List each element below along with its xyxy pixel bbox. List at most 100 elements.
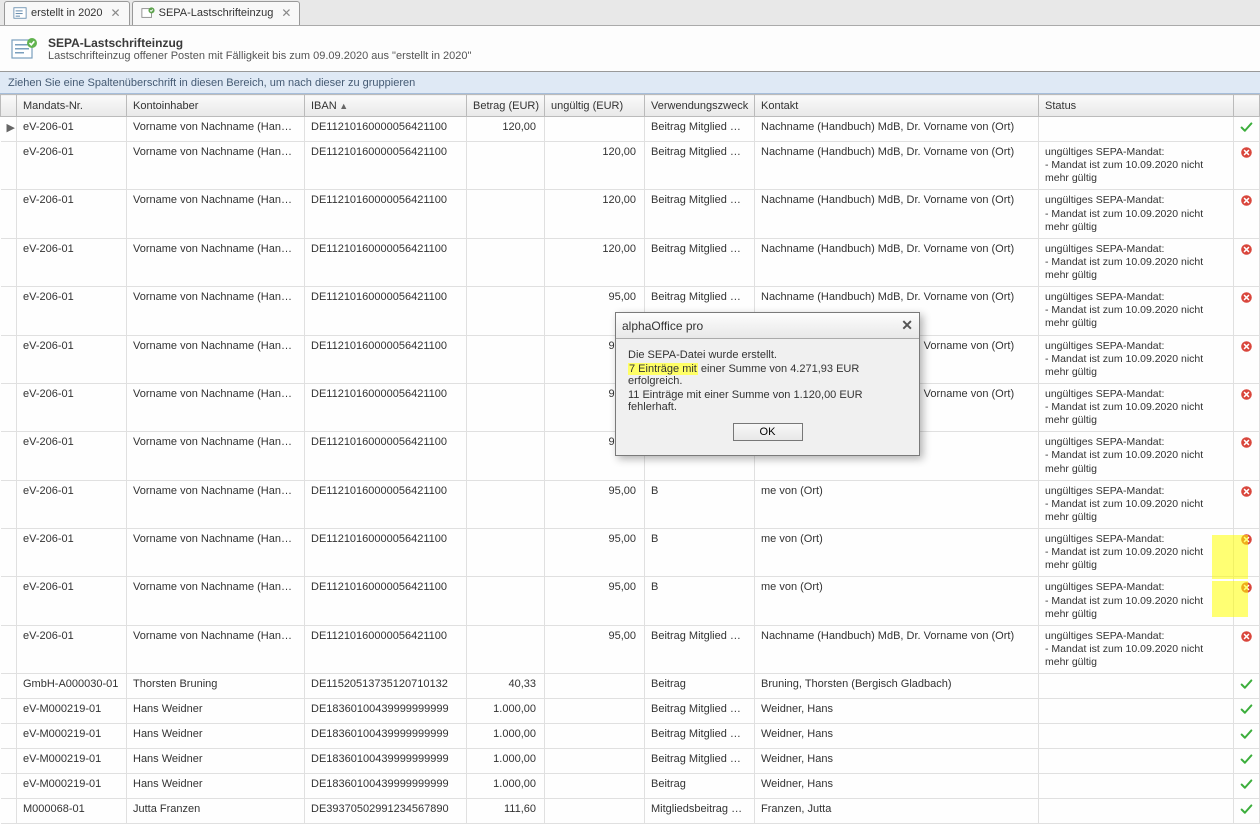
column-kontakt[interactable]: Kontakt bbox=[755, 95, 1039, 117]
table-row[interactable]: M000068-01Jutta FranzenDE393705029912345… bbox=[1, 799, 1260, 824]
column-betrag[interactable]: Betrag (EUR) bbox=[467, 95, 545, 117]
tab-sepa[interactable]: SEPA-Lastschrifteinzug ✕ bbox=[132, 1, 301, 25]
check-ok-icon bbox=[1240, 807, 1253, 819]
column-ungueltig[interactable]: ungültig (EUR) bbox=[545, 95, 645, 117]
group-by-bar[interactable]: Ziehen Sie eine Spaltenüberschrift in di… bbox=[0, 72, 1260, 94]
cell-iban: DE11210160000056421100 bbox=[305, 480, 467, 528]
cell-status: ungültiges SEPA-Mandat:- Mandat ist zum … bbox=[1039, 383, 1234, 431]
cell-kontakt: me von (Ort) bbox=[755, 529, 1039, 577]
table-row[interactable]: eV-M000219-01Hans WeidnerDE1836010043999… bbox=[1, 749, 1260, 774]
cell-zweck: Beitrag bbox=[645, 774, 755, 799]
cell-kontakt: Weidner, Hans bbox=[755, 724, 1039, 749]
cell-mandat: eV-206-01 bbox=[17, 142, 127, 190]
table-row[interactable]: eV-206-01Vorname von Nachname (Handbuch)… bbox=[1, 529, 1260, 577]
table-row[interactable]: eV-M000219-01Hans WeidnerDE1836010043999… bbox=[1, 699, 1260, 724]
dialog-ok-button[interactable]: OK bbox=[733, 423, 803, 441]
table-row[interactable]: eV-M000219-01Hans WeidnerDE1836010043999… bbox=[1, 724, 1260, 749]
cell-zweck: Beitrag Mitglied Nr 210 bbox=[645, 724, 755, 749]
cell-status: ungültiges SEPA-Mandat:- Mandat ist zum … bbox=[1039, 480, 1234, 528]
cell-betrag bbox=[467, 190, 545, 238]
column-status[interactable]: Status bbox=[1039, 95, 1234, 117]
tab-label: erstellt in 2020 bbox=[31, 7, 103, 19]
cell-kontoinhaber: Vorname von Nachname (Handbuch) bbox=[127, 117, 305, 142]
cell-mandat: eV-206-01 bbox=[17, 625, 127, 673]
close-icon[interactable]: ✕ bbox=[281, 6, 291, 20]
cell-status bbox=[1039, 774, 1234, 799]
table-row[interactable]: eV-206-01Vorname von Nachname (Handbuch)… bbox=[1, 480, 1260, 528]
cell-kontoinhaber: Vorname von Nachname (Handbuch) bbox=[127, 335, 305, 383]
cell-status-icon bbox=[1234, 674, 1260, 699]
cell-status-icon bbox=[1234, 432, 1260, 480]
cell-iban: DE18360100439999999999 bbox=[305, 774, 467, 799]
cell-status bbox=[1039, 674, 1234, 699]
cell-kontakt: Nachname (Handbuch) MdB, Dr. Vorname von… bbox=[755, 238, 1039, 286]
cell-status: ungültiges SEPA-Mandat:- Mandat ist zum … bbox=[1039, 432, 1234, 480]
cell-status: ungültiges SEPA-Mandat:- Mandat ist zum … bbox=[1039, 287, 1234, 335]
table-row[interactable]: eV-206-01Vorname von Nachname (Handbuch)… bbox=[1, 238, 1260, 286]
check-ok-icon bbox=[1240, 125, 1253, 137]
cell-kontoinhaber: Vorname von Nachname (Handbuch) bbox=[127, 432, 305, 480]
table-row[interactable]: eV-206-01Vorname von Nachname (Handbuch)… bbox=[1, 190, 1260, 238]
cell-status-icon bbox=[1234, 117, 1260, 142]
cell-iban: DE11210160000056421100 bbox=[305, 383, 467, 431]
cell-iban: DE11210160000056421100 bbox=[305, 190, 467, 238]
table-row[interactable]: eV-M000219-01Hans WeidnerDE1836010043999… bbox=[1, 774, 1260, 799]
cell-status-icon bbox=[1234, 142, 1260, 190]
column-kontoinhaber[interactable]: Kontoinhaber bbox=[127, 95, 305, 117]
cell-mandat: eV-M000219-01 bbox=[17, 724, 127, 749]
cell-kontoinhaber: Vorname von Nachname (Handbuch) bbox=[127, 287, 305, 335]
cell-mandat: eV-206-01 bbox=[17, 117, 127, 142]
error-icon bbox=[1240, 198, 1253, 210]
cell-betrag bbox=[467, 287, 545, 335]
column-verwendungszweck[interactable]: Verwendungszweck bbox=[645, 95, 755, 117]
dialog-close-icon[interactable]: ✕ bbox=[901, 317, 913, 334]
column-iban[interactable]: IBAN bbox=[305, 95, 467, 117]
tab-bar: erstellt in 2020 ✕ SEPA-Lastschrifteinzu… bbox=[0, 0, 1260, 26]
cell-iban: DE18360100439999999999 bbox=[305, 749, 467, 774]
row-indicator bbox=[1, 749, 17, 774]
cell-betrag: 1.000,00 bbox=[467, 774, 545, 799]
table-row[interactable]: GmbH-A000030-01Thorsten BruningDE1152051… bbox=[1, 674, 1260, 699]
cell-iban: DE18360100439999999999 bbox=[305, 699, 467, 724]
page-header: SEPA-Lastschrifteinzug Lastschrifteinzug… bbox=[0, 26, 1260, 72]
dialog-title: alphaOffice pro bbox=[622, 319, 703, 333]
cell-betrag bbox=[467, 480, 545, 528]
cell-betrag: 111,60 bbox=[467, 799, 545, 824]
cell-kontoinhaber: Hans Weidner bbox=[127, 749, 305, 774]
cell-ungueltig bbox=[545, 724, 645, 749]
cell-status: ungültiges SEPA-Mandat:- Mandat ist zum … bbox=[1039, 335, 1234, 383]
cell-kontakt: Weidner, Hans bbox=[755, 699, 1039, 724]
column-mandat[interactable]: Mandats-Nr. bbox=[17, 95, 127, 117]
close-icon[interactable]: ✕ bbox=[111, 6, 121, 20]
cell-kontoinhaber: Hans Weidner bbox=[127, 774, 305, 799]
table-row[interactable]: ▶eV-206-01Vorname von Nachname (Handbuch… bbox=[1, 117, 1260, 142]
row-indicator bbox=[1, 432, 17, 480]
tab-erstellt[interactable]: erstellt in 2020 ✕ bbox=[4, 1, 130, 25]
column-indicator[interactable] bbox=[1, 95, 17, 117]
cell-kontakt: me von (Ort) bbox=[755, 480, 1039, 528]
row-indicator bbox=[1, 287, 17, 335]
tab-label: SEPA-Lastschrifteinzug bbox=[159, 7, 274, 19]
cell-status-icon bbox=[1234, 238, 1260, 286]
cell-kontoinhaber: Vorname von Nachname (Handbuch) bbox=[127, 190, 305, 238]
cell-kontakt: Nachname (Handbuch) MdB, Dr. Vorname von… bbox=[755, 142, 1039, 190]
cell-kontakt: Franzen, Jutta bbox=[755, 799, 1039, 824]
cell-kontakt: Weidner, Hans bbox=[755, 774, 1039, 799]
table-row[interactable]: eV-206-01Vorname von Nachname (Handbuch)… bbox=[1, 625, 1260, 673]
cell-ungueltig: 95,00 bbox=[545, 529, 645, 577]
cell-ungueltig bbox=[545, 749, 645, 774]
cell-status-icon bbox=[1234, 190, 1260, 238]
check-ok-icon bbox=[1240, 682, 1253, 694]
table-row[interactable]: eV-206-01Vorname von Nachname (Handbuch)… bbox=[1, 142, 1260, 190]
row-indicator bbox=[1, 799, 17, 824]
row-indicator bbox=[1, 724, 17, 749]
cell-iban: DE11210160000056421100 bbox=[305, 238, 467, 286]
cell-betrag bbox=[467, 432, 545, 480]
cell-betrag bbox=[467, 142, 545, 190]
cell-iban: DE11210160000056421100 bbox=[305, 117, 467, 142]
cell-betrag: 40,33 bbox=[467, 674, 545, 699]
column-status-icon[interactable] bbox=[1234, 95, 1260, 117]
cell-zweck: Beitrag Mitglied Nr 210 bbox=[645, 699, 755, 724]
row-indicator bbox=[1, 529, 17, 577]
cell-zweck: Beitrag bbox=[645, 674, 755, 699]
